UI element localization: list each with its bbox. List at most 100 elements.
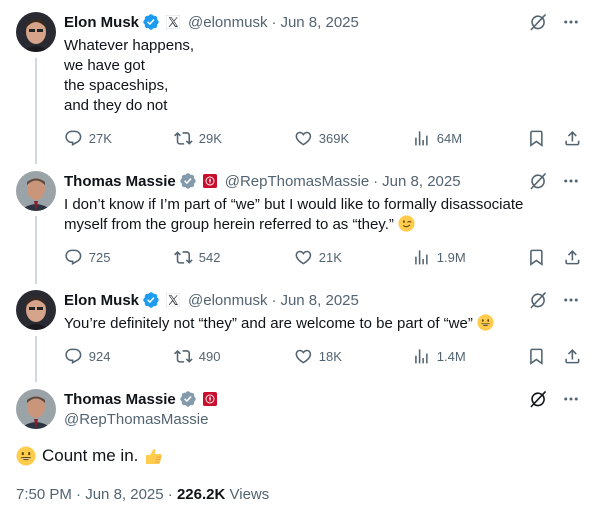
share-button[interactable] [563,347,582,366]
repost-count: 542 [198,249,221,265]
repost-count: 490 [198,348,221,364]
author-handle[interactable]: @RepThomasMassie [64,411,208,428]
share-icon [563,129,582,148]
repost-button[interactable]: 490 [174,347,294,366]
bookmark-icon [527,347,546,366]
bookmark-button[interactable] [527,248,546,267]
tweet-top-actions [528,389,580,409]
grok-icon[interactable] [528,171,548,191]
tweet-actions: 725 542 21K 1.9M [64,247,582,267]
bookmark-button[interactable] [527,347,546,366]
x-affiliation-icon[interactable] [166,293,180,307]
separator: · [167,486,173,503]
separator: · [76,486,82,503]
tweet-date[interactable]: Jun 8, 2025 [280,292,358,309]
tweet[interactable]: Elon Musk @elonmusk · Jun 8, 2025 Whatev… [0,12,598,162]
x-affiliation-icon[interactable] [166,15,180,29]
verified-badge-icon[interactable] [179,390,197,408]
grok-icon[interactable] [528,290,548,310]
author-handle[interactable]: @RepThomasMassie [225,173,369,190]
reply-icon [64,248,83,267]
tweet-text-line: Whatever happens, [64,37,195,54]
reply-count: 27K [88,130,112,146]
bookmark-button[interactable] [527,129,546,148]
author-handle[interactable]: @elonmusk [188,292,267,309]
reply-count: 725 [88,249,111,265]
more-icon[interactable] [562,389,580,409]
tweet-date[interactable]: Jun 8, 2025 [382,173,460,190]
views-button[interactable]: 1.9M [412,248,522,267]
more-icon[interactable] [562,12,580,32]
thumbs-up-emoji-icon [144,446,164,466]
more-icon[interactable] [562,171,580,191]
author-handle[interactable]: @elonmusk [188,14,267,31]
tweet-date[interactable]: Jun 8, 2025 [280,14,358,31]
avatar[interactable] [16,171,56,211]
author-name[interactable]: Elon Musk [64,292,139,309]
like-icon [294,347,313,366]
views-button[interactable]: 1.4M [412,347,522,366]
separator: · [373,172,379,190]
views-count: 1.9M [436,249,466,265]
main-tweet-date[interactable]: Jun 8, 2025 [85,486,163,503]
repost-count: 29K [198,130,222,146]
main-tweet-views-label: Views [229,486,270,503]
reply-button[interactable]: 924 [64,347,174,366]
views-icon [412,248,431,267]
like-button[interactable]: 18K [294,347,412,366]
house-seal-icon[interactable] [203,392,217,406]
views-icon [412,347,431,366]
repost-icon [174,248,193,267]
like-count: 18K [318,348,342,364]
like-button[interactable]: 369K [294,129,412,148]
grok-icon[interactable] [528,12,548,32]
views-count: 64M [436,130,463,146]
avatar[interactable] [16,290,56,330]
tweet-header: Thomas Massie @RepThomasMassie · Jun 8, … [64,171,461,191]
reply-button[interactable]: 27K [64,129,174,148]
main-tweet-views-count: 226.2K [176,486,226,503]
share-button[interactable] [563,129,582,148]
share-button[interactable] [563,248,582,267]
repost-icon [174,129,193,148]
reply-icon [64,347,83,366]
share-icon [563,248,582,267]
more-icon[interactable] [562,290,580,310]
tweet-text-line: and they do not [64,97,168,114]
repost-button[interactable]: 29K [174,129,294,148]
separator: · [271,13,277,31]
verified-badge-icon[interactable] [142,13,160,31]
reply-button[interactable]: 725 [64,248,174,267]
views-count: 1.4M [436,348,466,364]
separator: · [271,291,277,309]
like-icon [294,129,313,148]
tweet-text-line: I don’t know if I’m part of “we” but I w… [64,196,524,213]
tweet[interactable]: Elon Musk @elonmusk · Jun 8, 2025 You’re… [0,290,598,380]
like-button[interactable]: 21K [294,248,412,267]
avatar[interactable] [16,12,56,52]
verified-badge-icon[interactable] [142,291,160,309]
tweet-actions: 924 490 18K 1.4M [64,346,582,366]
grok-icon[interactable] [528,389,548,409]
reply-icon [64,129,83,148]
author-name[interactable]: Thomas Massie [64,391,176,408]
house-seal-icon[interactable] [203,174,217,188]
tweet[interactable]: Thomas Massie @RepThomasMassie · Jun 8, … [0,171,598,281]
wink-emoji-icon [398,215,415,232]
tweet-top-actions [528,290,580,310]
bookmark-icon [527,248,546,267]
author-name[interactable]: Elon Musk [64,14,139,31]
tweet-top-actions [528,171,580,191]
author-name[interactable]: Thomas Massie [64,173,176,190]
main-tweet-meta: 7:50 PM · Jun 8, 2025 · 226.2K Views [16,486,269,503]
main-author-handle-row: @RepThomasMassie [64,409,208,429]
views-button[interactable]: 64M [412,129,522,148]
tweet-text-line: we have got [64,57,145,74]
tweet-text: Whatever happens, we have got the spaces… [64,36,194,116]
repost-button[interactable]: 542 [174,248,294,267]
main-tweet-time[interactable]: 7:50 PM [16,486,72,503]
tweet-header: Elon Musk @elonmusk · Jun 8, 2025 [64,290,359,310]
verified-badge-icon[interactable] [179,172,197,190]
avatar[interactable] [16,389,56,429]
main-author-name-row: Thomas Massie [64,389,225,409]
